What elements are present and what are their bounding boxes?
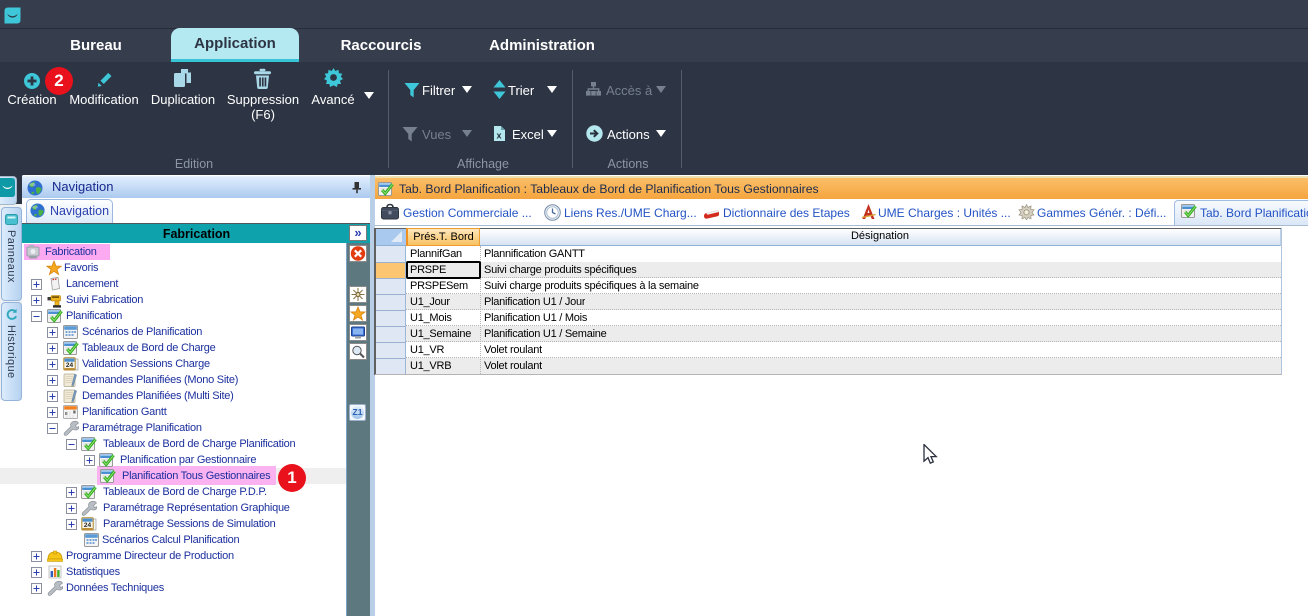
svg-text:x: x: [496, 131, 501, 141]
